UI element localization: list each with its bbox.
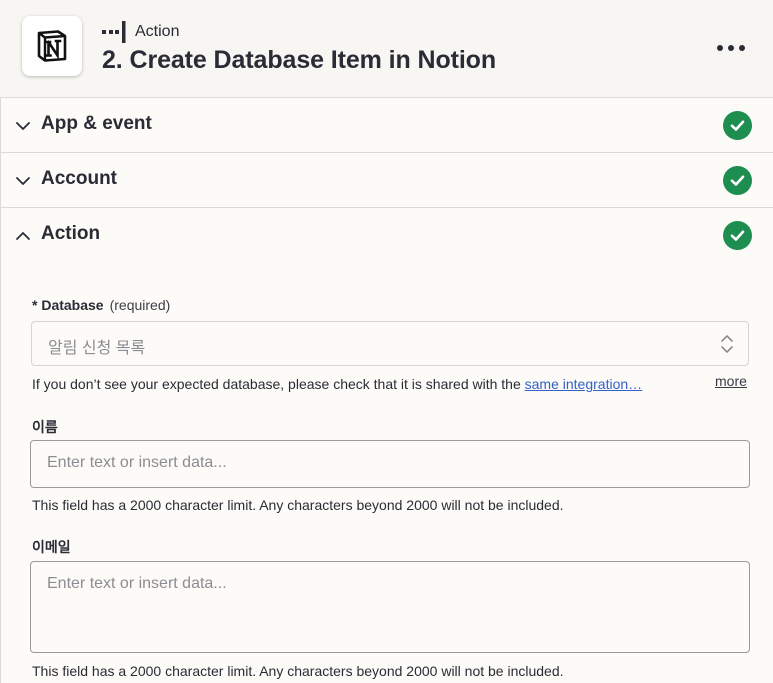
more-horizontal-icon	[717, 45, 723, 51]
step-header: Action 2. Create Database Item in Notion	[0, 0, 773, 98]
name-field-label: 이름	[32, 419, 58, 435]
action-step-icon	[102, 21, 126, 43]
database-help-text: If you don’t see your expected database,…	[32, 376, 643, 392]
section-label: App & event	[41, 113, 152, 134]
more-options-button[interactable]	[717, 38, 745, 58]
database-select[interactable]: 알림 신청 목록	[31, 321, 749, 366]
email-input[interactable]: Enter text or insert data...	[30, 561, 750, 653]
chevron-up-down-icon	[721, 335, 733, 353]
required-indicator: (required)	[109, 297, 171, 313]
email-input-placeholder: Enter text or insert data...	[47, 575, 227, 592]
database-label: * Database	[32, 297, 104, 313]
check-circle-icon	[723, 221, 752, 250]
name-input[interactable]: Enter text or insert data...	[30, 440, 750, 488]
name-input-placeholder: Enter text or insert data...	[47, 454, 227, 471]
check-circle-icon	[723, 166, 752, 195]
section-label: Account	[41, 168, 117, 189]
chevron-down-icon	[16, 122, 30, 130]
section-account[interactable]: Account	[0, 153, 773, 208]
email-field-help: This field has a 2000 character limit. A…	[32, 663, 564, 679]
section-app-event[interactable]: App & event	[0, 98, 773, 153]
email-field-label: 이메일	[32, 539, 71, 555]
database-selected-value: 알림 신청 목록	[48, 340, 146, 357]
chevron-down-icon	[16, 177, 30, 185]
database-field-label: * Database (required)	[32, 297, 170, 313]
step-kind-label: Action	[135, 23, 180, 40]
more-link[interactable]: more	[715, 373, 747, 389]
step-title: 2. Create Database Item in Notion	[102, 46, 497, 74]
notion-logo-icon	[22, 16, 82, 76]
name-field-help: This field has a 2000 character limit. A…	[32, 497, 564, 513]
section-action[interactable]: Action	[0, 208, 773, 263]
section-label: Action	[41, 223, 101, 244]
same-integration-link[interactable]: same integration…	[525, 376, 643, 392]
step-kind: Action	[102, 20, 179, 44]
check-circle-icon	[723, 111, 752, 140]
chevron-up-icon	[16, 232, 30, 240]
